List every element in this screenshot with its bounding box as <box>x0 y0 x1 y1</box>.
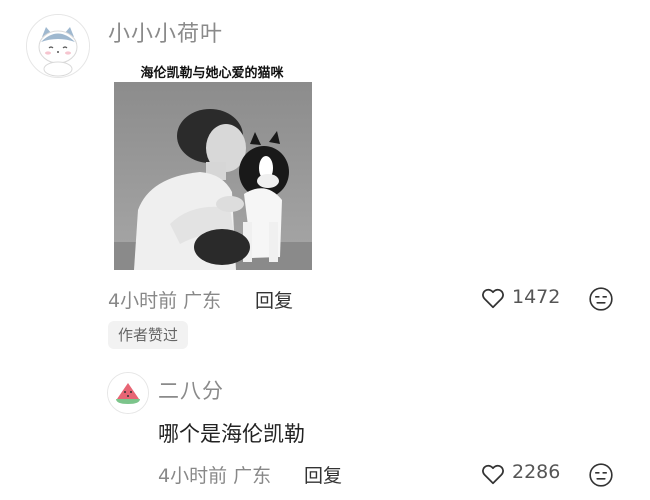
reply-user-avatar[interactable] <box>107 372 149 414</box>
reply-username[interactable]: 二八分 <box>158 375 224 405</box>
user-avatar[interactable] <box>26 14 90 78</box>
reply-time-location: 4小时前 广东 <box>158 465 272 487</box>
reply-dislike-face-icon[interactable] <box>588 462 614 488</box>
image-caption: 海伦凯勒与她心爱的猫咪 <box>140 66 284 81</box>
like-count: 1472 <box>512 286 561 308</box>
reply-button[interactable]: 回复 <box>255 286 293 313</box>
reply-heart-icon[interactable] <box>480 461 506 487</box>
reply-like-count: 2286 <box>512 461 561 483</box>
comment-image[interactable]: 海伦凯勒与她心爱的猫咪 <box>108 60 316 272</box>
reply-text: 哪个是海伦凯勒 <box>158 422 305 446</box>
photo-helen-keller-with-dog <box>114 82 312 270</box>
dislike-face-icon[interactable] <box>588 286 614 312</box>
cat-avatar-icon <box>27 15 89 77</box>
heart-icon[interactable] <box>480 285 506 311</box>
watermelon-avatar-icon <box>108 373 148 413</box>
comment-username[interactable]: 小小小荷叶 <box>108 16 223 48</box>
reply-reply-button[interactable]: 回复 <box>304 461 342 488</box>
author-liked-badge: 作者赞过 <box>108 321 189 349</box>
comment-time-location: 4小时前 广东 <box>108 290 222 312</box>
